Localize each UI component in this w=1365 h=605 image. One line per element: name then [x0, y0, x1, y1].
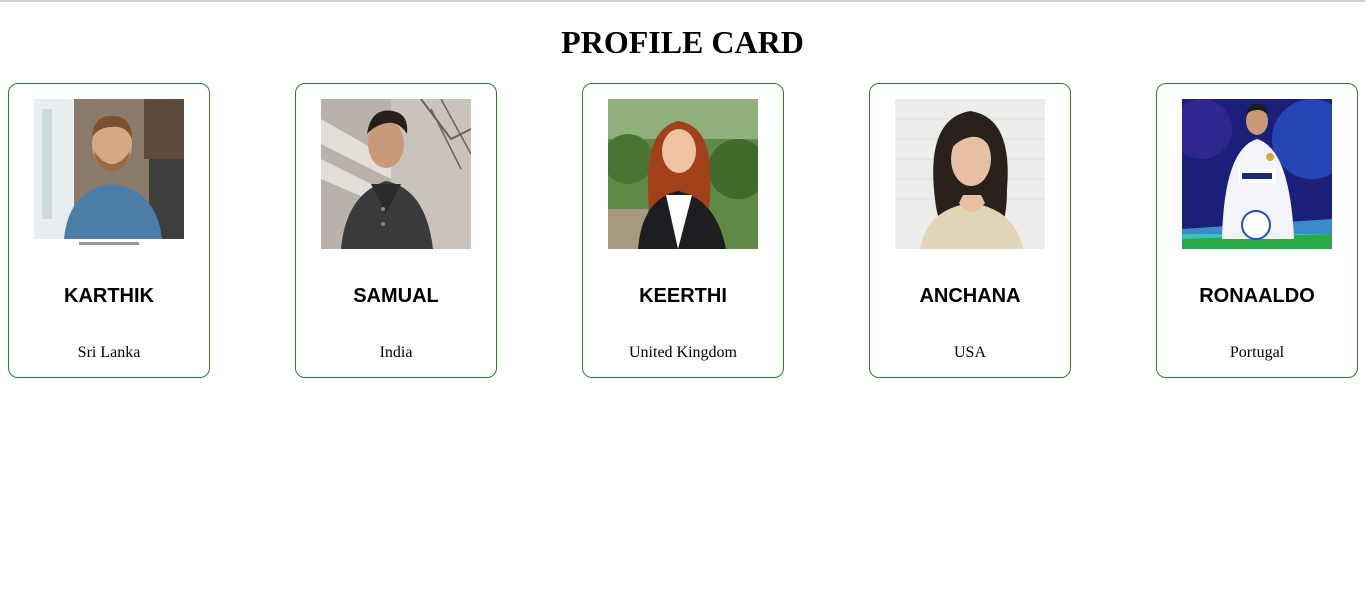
profile-card: RONAALDO Portugal	[1156, 83, 1358, 378]
profile-card-list: KARTHIK Sri Lanka SAMUAL India KEERTHI U…	[0, 83, 1365, 378]
profile-photo	[895, 99, 1045, 249]
top-divider	[0, 0, 1365, 2]
profile-photo	[608, 99, 758, 249]
profile-country: India	[379, 344, 413, 361]
profile-photo	[34, 99, 184, 249]
man-jacket-photo-icon	[321, 99, 471, 249]
profile-card: SAMUAL India	[295, 83, 497, 378]
profile-country: Portugal	[1229, 344, 1285, 361]
profile-country: United Kingdom	[629, 344, 737, 361]
profile-country: USA	[953, 344, 986, 361]
profile-name: RONAALDO	[1199, 285, 1315, 307]
footballer-photo-icon	[1182, 99, 1332, 249]
profile-name: ANCHANA	[919, 285, 1021, 307]
profile-name: SAMUAL	[353, 285, 439, 307]
profile-card: ANCHANA USA	[869, 83, 1071, 378]
profile-country: Sri Lanka	[77, 344, 141, 361]
woman-red-hair-photo-icon	[608, 99, 758, 249]
profile-card: KEERTHI United Kingdom	[582, 83, 784, 378]
profile-photo	[321, 99, 471, 249]
woman-dark-hair-photo-icon	[895, 99, 1045, 249]
profile-name: KEERTHI	[639, 285, 727, 307]
man-smiling-photo-icon	[34, 99, 184, 249]
profile-name: KARTHIK	[64, 285, 154, 307]
profile-card: KARTHIK Sri Lanka	[8, 83, 210, 378]
profile-photo	[1182, 99, 1332, 249]
page-title: PROFILE CARD	[561, 24, 804, 60]
